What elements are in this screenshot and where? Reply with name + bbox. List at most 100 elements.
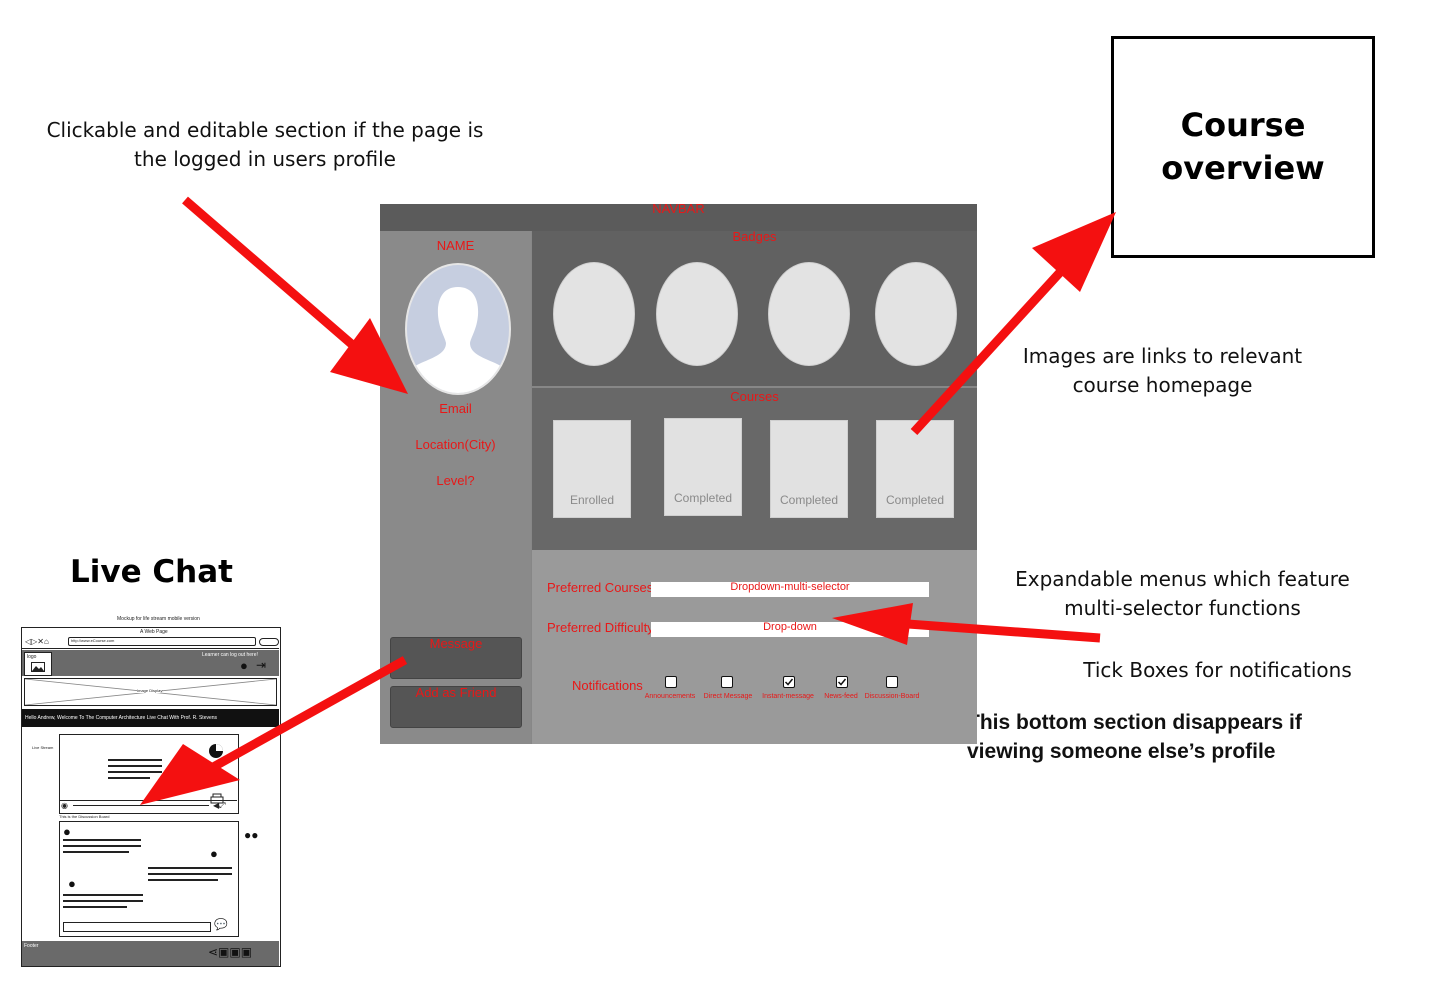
- live-chat-title: Live Chat: [70, 554, 233, 590]
- chat-bubble-icon: 💬: [214, 919, 228, 931]
- preferred-difficulty-value: Drop-down: [763, 621, 817, 633]
- checkmark-icon: [837, 678, 847, 686]
- arrow-head: [1032, 212, 1116, 292]
- mockup-image-display: Image Display: [24, 678, 277, 706]
- badge[interactable]: [875, 262, 957, 366]
- course-card[interactable]: Completed: [664, 418, 742, 516]
- mockup-logo: logo: [24, 652, 52, 676]
- text-line: [63, 900, 143, 902]
- pie-chart-icon: [209, 744, 223, 758]
- navbar-label: NAVBAR: [652, 201, 705, 216]
- text-line: [63, 839, 141, 841]
- mockup-welcome-bar: Hello Andrew, Welcome To The Computer Ar…: [22, 709, 279, 727]
- user-icon: ●: [210, 846, 218, 861]
- text-line: [108, 771, 162, 773]
- direct-message-checkbox[interactable]: [721, 676, 733, 688]
- news-feed-checkbox[interactable]: [836, 676, 848, 688]
- discussion-board-label: Discussion-Board: [864, 693, 920, 700]
- course-status: Completed: [779, 493, 839, 507]
- social-icons: ⋖▣▣▣: [208, 945, 253, 959]
- text-line: [63, 906, 127, 908]
- image-icon: [31, 662, 45, 672]
- preferred-difficulty-label: Preferred Difficulty: [547, 620, 654, 635]
- discussion-board-checkbox[interactable]: [886, 676, 898, 688]
- browser-nav-icons: ◁▷✕⌂: [25, 637, 49, 646]
- notifications-label: Notifications: [572, 678, 643, 693]
- arrow-to-sidebar: [182, 196, 373, 364]
- text-line: [63, 845, 141, 847]
- course-status: Completed: [673, 491, 733, 505]
- volume-icon: ◀⤢: [213, 801, 226, 810]
- badges-section: Badges: [532, 229, 977, 386]
- course-card[interactable]: Completed: [770, 420, 848, 518]
- navbar: NAVBAR: [380, 201, 977, 231]
- avatar[interactable]: [405, 263, 511, 395]
- live-chat-caption: Mockup for life stream mobile version: [117, 616, 200, 622]
- mockup-header: logo Learner can log out here! ● ⇥: [22, 650, 279, 676]
- course-overview-label: Course overview: [1161, 106, 1325, 187]
- mockup-window-title: A Web Page: [140, 629, 168, 635]
- preferred-courses-value: Dropdown-multi-selector: [730, 581, 850, 593]
- profile-sidebar[interactable]: NAME Email Location(City) Level? Message…: [380, 231, 531, 744]
- mockup-chat-input: [63, 922, 211, 932]
- text-line: [148, 873, 232, 875]
- mockup-toolbar: ◁▷✕⌂ http://www.eCourse.com: [22, 636, 279, 649]
- courses-section: Courses Enrolled Completed Completed Com…: [532, 388, 977, 550]
- news-feed-label: News-feed: [824, 693, 858, 700]
- profile-wireframe: NAVBAR NAME Email Location(City) Level? …: [380, 201, 977, 744]
- preferred-courses-dropdown[interactable]: Dropdown-multi-selector: [651, 581, 929, 597]
- message-button-label: Message: [429, 636, 483, 651]
- mockup-image-display-text: Image Display: [137, 688, 163, 693]
- add-friend-button-label: Add as Friend: [415, 685, 497, 700]
- badge[interactable]: [656, 262, 738, 366]
- text-line: [108, 759, 162, 761]
- announcements-checkbox[interactable]: [665, 676, 677, 688]
- instant-message-checkbox[interactable]: [783, 676, 795, 688]
- course-status: Enrolled: [569, 493, 615, 507]
- badge[interactable]: [768, 262, 850, 366]
- announcements-label: Announcements: [644, 693, 696, 700]
- user-icon: ●: [68, 876, 76, 891]
- text-line: [148, 867, 232, 869]
- course-card[interactable]: Completed: [876, 420, 954, 518]
- mockup-footer: Footer ⋖▣▣▣: [22, 941, 279, 966]
- profile-location[interactable]: Location(City): [380, 437, 531, 452]
- user-silhouette-icon: [409, 287, 507, 393]
- checkmark-icon: [784, 678, 794, 686]
- mockup-discussion-board: ● ● ● 💬: [59, 821, 239, 937]
- preferences-section: Preferred Courses Dropdown-multi-selecto…: [532, 550, 977, 744]
- badge[interactable]: [553, 262, 635, 366]
- preferred-courses-label: Preferred Courses: [547, 580, 654, 595]
- live-chat-mockup: A Web Page ◁▷✕⌂ http://www.eCourse.com l…: [21, 627, 281, 967]
- course-card[interactable]: Enrolled: [553, 420, 631, 518]
- add-friend-button[interactable]: Add as Friend: [390, 685, 522, 728]
- text-line: [108, 777, 150, 779]
- text-line: [63, 851, 129, 853]
- text-line: [108, 765, 162, 767]
- message-button[interactable]: Message: [390, 636, 522, 679]
- user-icon: ●: [63, 824, 71, 839]
- mockup-discussion-label: This is the Discussion Board: [59, 814, 110, 819]
- text-line: [63, 894, 143, 896]
- mockup-search-box: [259, 638, 279, 646]
- profile-level[interactable]: Level?: [380, 473, 531, 488]
- preferred-difficulty-dropdown[interactable]: Drop-down: [651, 621, 929, 637]
- images-note: Images are links to relevant course home…: [1022, 344, 1303, 397]
- group-icon: ●●: [244, 828, 259, 842]
- progress-track: [73, 805, 209, 806]
- mockup-welcome-text: Hello Andrew, Welcome To The Computer Ar…: [25, 715, 218, 721]
- profile-email[interactable]: Email: [380, 401, 531, 416]
- mockup-url: http://www.eCourse.com: [71, 638, 115, 643]
- user-icon: ●: [240, 658, 248, 673]
- mockup-url-bar: http://www.eCourse.com: [68, 637, 256, 646]
- expandable-note: Expandable menus which feature multi-sel…: [1015, 567, 1350, 620]
- course-status: Completed: [885, 493, 945, 507]
- profile-name[interactable]: NAME: [380, 238, 531, 253]
- mockup-player-controls: ◉ ◀⤢: [59, 800, 237, 811]
- clickable-note: Clickable and editable section if the pa…: [46, 118, 484, 171]
- mockup-footer-text: Footer: [24, 943, 39, 949]
- mockup-logo-text: logo: [27, 654, 37, 660]
- course-overview-box: Course overview: [1111, 36, 1375, 258]
- play-icon: ◉: [61, 801, 68, 810]
- mockup-logout-text: Learner can log out here!: [202, 652, 258, 658]
